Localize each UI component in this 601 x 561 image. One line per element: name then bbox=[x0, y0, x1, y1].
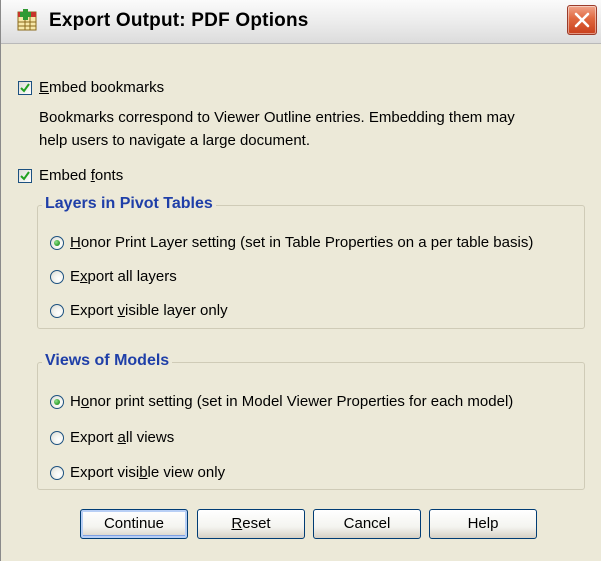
continue-button-label: Continue bbox=[103, 515, 165, 532]
embed-bookmarks-checkbox[interactable] bbox=[18, 80, 32, 95]
views-option-label: Honor print setting (set in Model Viewer… bbox=[70, 393, 514, 410]
embed-bookmarks-label: Embed bookmarks bbox=[39, 79, 165, 96]
layers-option-label: Export all layers bbox=[70, 268, 177, 285]
views-group-title: Views of Models bbox=[42, 352, 173, 370]
embed-fonts-option[interactable]: Embed fonts bbox=[18, 167, 123, 184]
layers-option-honor-print[interactable]: Honor Print Layer setting (set in Table … bbox=[50, 234, 533, 251]
reset-button[interactable]: Reset bbox=[197, 509, 305, 539]
embed-fonts-checkbox[interactable] bbox=[18, 168, 32, 183]
continue-button[interactable]: Continue bbox=[80, 509, 188, 539]
embed-bookmarks-option[interactable]: Embed bookmarks bbox=[18, 79, 164, 96]
reset-button-label: Reset bbox=[231, 515, 271, 532]
help-button-label: Help bbox=[467, 515, 499, 532]
dialog-title: Export Output: PDF Options bbox=[49, 10, 309, 31]
cancel-button-label: Cancel bbox=[343, 515, 391, 532]
checkmark-icon bbox=[20, 170, 30, 181]
description-line-2: help users to navigate a large document. bbox=[39, 132, 311, 149]
pdf-options-dialog: Export Output: PDF Options Embed bookmar… bbox=[0, 0, 601, 561]
cancel-button[interactable]: Cancel bbox=[313, 509, 421, 539]
views-option-export-visible[interactable]: Export visible view only bbox=[50, 464, 225, 481]
radio-button[interactable] bbox=[50, 465, 64, 480]
dialog-body: Embed bookmarks Bookmarks correspond to … bbox=[1, 44, 601, 561]
views-group: Views of Models Honor print setting (set… bbox=[37, 352, 585, 490]
radio-button[interactable] bbox=[50, 269, 64, 284]
description-line-1: Bookmarks correspond to Viewer Outline e… bbox=[39, 109, 515, 126]
help-button[interactable]: Help bbox=[429, 509, 537, 539]
radio-button-selected[interactable] bbox=[50, 394, 64, 409]
layers-group: Layers in Pivot Tables Honor Print Layer… bbox=[37, 195, 585, 329]
radio-button-selected[interactable] bbox=[50, 235, 64, 250]
radio-button[interactable] bbox=[50, 303, 64, 318]
views-option-label: Export all views bbox=[70, 429, 175, 446]
close-button[interactable] bbox=[567, 5, 597, 35]
views-option-export-all[interactable]: Export all views bbox=[50, 429, 174, 446]
bookmarks-description: Bookmarks correspond to Viewer Outline e… bbox=[39, 106, 579, 152]
layers-group-title: Layers in Pivot Tables bbox=[42, 195, 216, 213]
layers-option-label: Export visible layer only bbox=[70, 302, 228, 319]
views-option-label: Export visible view only bbox=[70, 464, 226, 481]
radio-button[interactable] bbox=[50, 430, 64, 445]
spss-grid-icon bbox=[15, 9, 39, 33]
views-option-honor-print[interactable]: Honor print setting (set in Model Viewer… bbox=[50, 393, 513, 410]
checkmark-icon bbox=[20, 82, 30, 93]
layers-option-label: Honor Print Layer setting (set in Table … bbox=[70, 234, 534, 251]
title-bar[interactable]: Export Output: PDF Options bbox=[1, 0, 601, 44]
layers-option-export-all[interactable]: Export all layers bbox=[50, 268, 177, 285]
layers-option-export-visible[interactable]: Export visible layer only bbox=[50, 302, 228, 319]
embed-fonts-label: Embed fonts bbox=[39, 167, 124, 184]
